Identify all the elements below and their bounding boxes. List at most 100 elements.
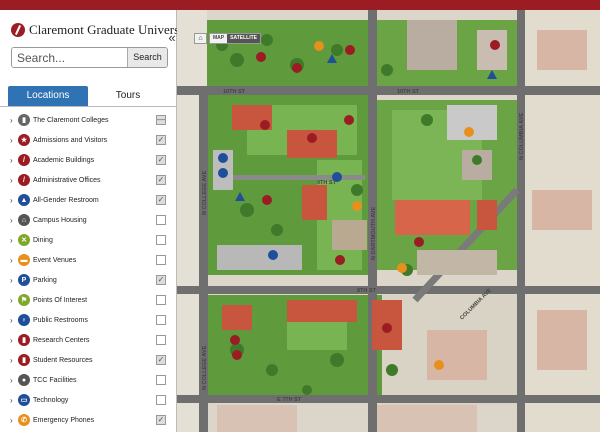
map-marker-emergency-phone[interactable] <box>352 201 362 211</box>
map-marker-academic[interactable] <box>230 335 240 345</box>
flag-icon: ⚑ <box>18 294 30 306</box>
category-checkbox[interactable]: ✓ <box>156 275 166 285</box>
map-marker-admissions[interactable] <box>256 52 266 62</box>
chevron-right-icon[interactable]: › <box>10 216 13 225</box>
category-checkbox[interactable] <box>156 395 166 405</box>
restroom-icon: ♀ <box>18 314 30 326</box>
category-row[interactable]: › ▲ All-Gender Restroom ✓ <box>0 190 177 210</box>
category-row[interactable]: › ✆ Emergency Phones ✓ <box>0 410 177 430</box>
category-row[interactable]: › ▮ The Claremont Colleges — <box>0 110 177 130</box>
chevron-right-icon[interactable]: › <box>10 296 13 305</box>
category-row[interactable]: › / Administrative Offices ✓ <box>0 170 177 190</box>
map-marker-academic[interactable] <box>232 350 242 360</box>
chevron-right-icon[interactable]: › <box>10 176 13 185</box>
chevron-right-icon[interactable]: › <box>10 316 13 325</box>
map-marker-academic[interactable] <box>490 40 500 50</box>
map-marker-academic[interactable] <box>335 255 345 265</box>
category-row[interactable]: › ⌂ Campus Housing <box>0 210 177 230</box>
chevron-right-icon[interactable]: › <box>10 416 13 425</box>
parking-icon: P <box>18 274 30 286</box>
map-marker-parking[interactable] <box>218 153 228 163</box>
map-marker-parking[interactable] <box>332 172 342 182</box>
category-label: Dining <box>33 236 53 244</box>
sidebar: Claremont Graduate University « Search L… <box>0 10 193 432</box>
search-input[interactable] <box>12 48 127 67</box>
category-row[interactable]: › ★ Admissions and Visitors ✓ <box>0 130 177 150</box>
category-label: Parking <box>33 276 57 284</box>
chevron-right-icon[interactable]: › <box>10 376 13 385</box>
category-row[interactable]: › ⚑ Points Of Interest <box>0 290 177 310</box>
map-marker-academic[interactable] <box>344 115 354 125</box>
home-icon[interactable]: ⌂ <box>194 33 207 44</box>
category-checkbox[interactable]: ✓ <box>156 355 166 365</box>
category-checkbox[interactable] <box>156 235 166 245</box>
map-marker-emergency-phone[interactable] <box>314 41 324 51</box>
map-marker-emergency-phone[interactable] <box>397 263 407 273</box>
street-label: 10TH ST <box>223 89 246 95</box>
map-marker-emergency-phone[interactable] <box>464 127 474 137</box>
map-marker-academic[interactable] <box>292 63 302 73</box>
satellite-view-button[interactable]: SATELLITE <box>227 34 260 43</box>
category-row[interactable]: › ● TCC Facilities <box>0 370 177 390</box>
map-marker-academic[interactable] <box>382 323 392 333</box>
map-view-button[interactable]: MAP <box>210 34 228 43</box>
chevron-right-icon[interactable]: › <box>10 196 13 205</box>
category-row[interactable]: › ▭ Technology <box>0 390 177 410</box>
chevron-right-icon[interactable]: › <box>10 336 13 345</box>
category-label: TCC Facilities <box>33 376 77 384</box>
category-row[interactable]: › ▮ Student Resources ✓ <box>0 350 177 370</box>
chevron-right-icon[interactable]: › <box>10 396 13 405</box>
top-brand-bar <box>0 0 600 10</box>
search-button[interactable]: Search <box>127 48 167 67</box>
tab-locations[interactable]: Locations <box>8 86 88 106</box>
category-row[interactable]: › P Parking ✓ <box>0 270 177 290</box>
category-checkbox[interactable]: ✓ <box>156 195 166 205</box>
map-type-toggle: MAP SATELLITE <box>209 33 261 44</box>
house-icon: ⌂ <box>18 214 30 226</box>
triangle-icon: ▲ <box>18 194 30 206</box>
street-label: N DARTMOUTH AVE <box>371 207 377 260</box>
map-marker-academic[interactable] <box>262 195 272 205</box>
map-marker-academic[interactable] <box>307 133 317 143</box>
street-label: 10TH ST <box>397 89 420 95</box>
chevron-right-icon[interactable]: › <box>10 256 13 265</box>
map-marker-academic[interactable] <box>260 120 270 130</box>
category-row[interactable]: › ✕ Dining <box>0 230 177 250</box>
map-marker-emergency-phone[interactable] <box>434 360 444 370</box>
chevron-right-icon[interactable]: › <box>10 356 13 365</box>
map-canvas[interactable]: 10TH ST 10TH ST 9TH ST 8TH ST E 7TH ST N… <box>177 10 600 432</box>
category-row[interactable]: › ▬ Event Venues <box>0 250 177 270</box>
map-marker-academic[interactable] <box>414 237 424 247</box>
category-checkbox[interactable] <box>156 335 166 345</box>
category-label: Academic Buildings <box>33 156 95 164</box>
category-label: All-Gender Restroom <box>33 196 99 204</box>
category-checkbox[interactable] <box>156 215 166 225</box>
category-checkbox[interactable]: ✓ <box>156 415 166 425</box>
category-checkbox[interactable] <box>156 255 166 265</box>
category-checkbox[interactable] <box>156 315 166 325</box>
cgu-logo-icon <box>11 23 25 37</box>
category-row[interactable]: › ▮ Research Centers <box>0 330 177 350</box>
chevron-right-icon[interactable]: › <box>10 116 13 125</box>
map-marker-academic[interactable] <box>345 45 355 55</box>
category-checkbox[interactable] <box>156 295 166 305</box>
star-icon: ★ <box>18 134 30 146</box>
category-checkbox[interactable]: ✓ <box>156 135 166 145</box>
tab-tours[interactable]: Tours <box>88 86 168 106</box>
category-label: Emergency Phones <box>33 416 95 424</box>
chevron-right-icon[interactable]: › <box>10 236 13 245</box>
street-label: N COLLEGE AVE <box>202 345 208 390</box>
category-row[interactable]: › / Academic Buildings ✓ <box>0 150 177 170</box>
category-checkbox[interactable]: — <box>156 115 166 125</box>
campus-map[interactable]: 10TH ST 10TH ST 9TH ST 8TH ST E 7TH ST N… <box>177 10 600 432</box>
category-checkbox[interactable]: ✓ <box>156 155 166 165</box>
category-checkbox[interactable]: ✓ <box>156 175 166 185</box>
map-marker-parking[interactable] <box>268 250 278 260</box>
category-row[interactable]: › ♀ Public Restrooms <box>0 310 177 330</box>
search-box: Search <box>11 47 168 68</box>
map-marker-parking[interactable] <box>218 168 228 178</box>
category-checkbox[interactable] <box>156 375 166 385</box>
chevron-right-icon[interactable]: › <box>10 276 13 285</box>
chevron-right-icon[interactable]: › <box>10 156 13 165</box>
chevron-right-icon[interactable]: › <box>10 136 13 145</box>
